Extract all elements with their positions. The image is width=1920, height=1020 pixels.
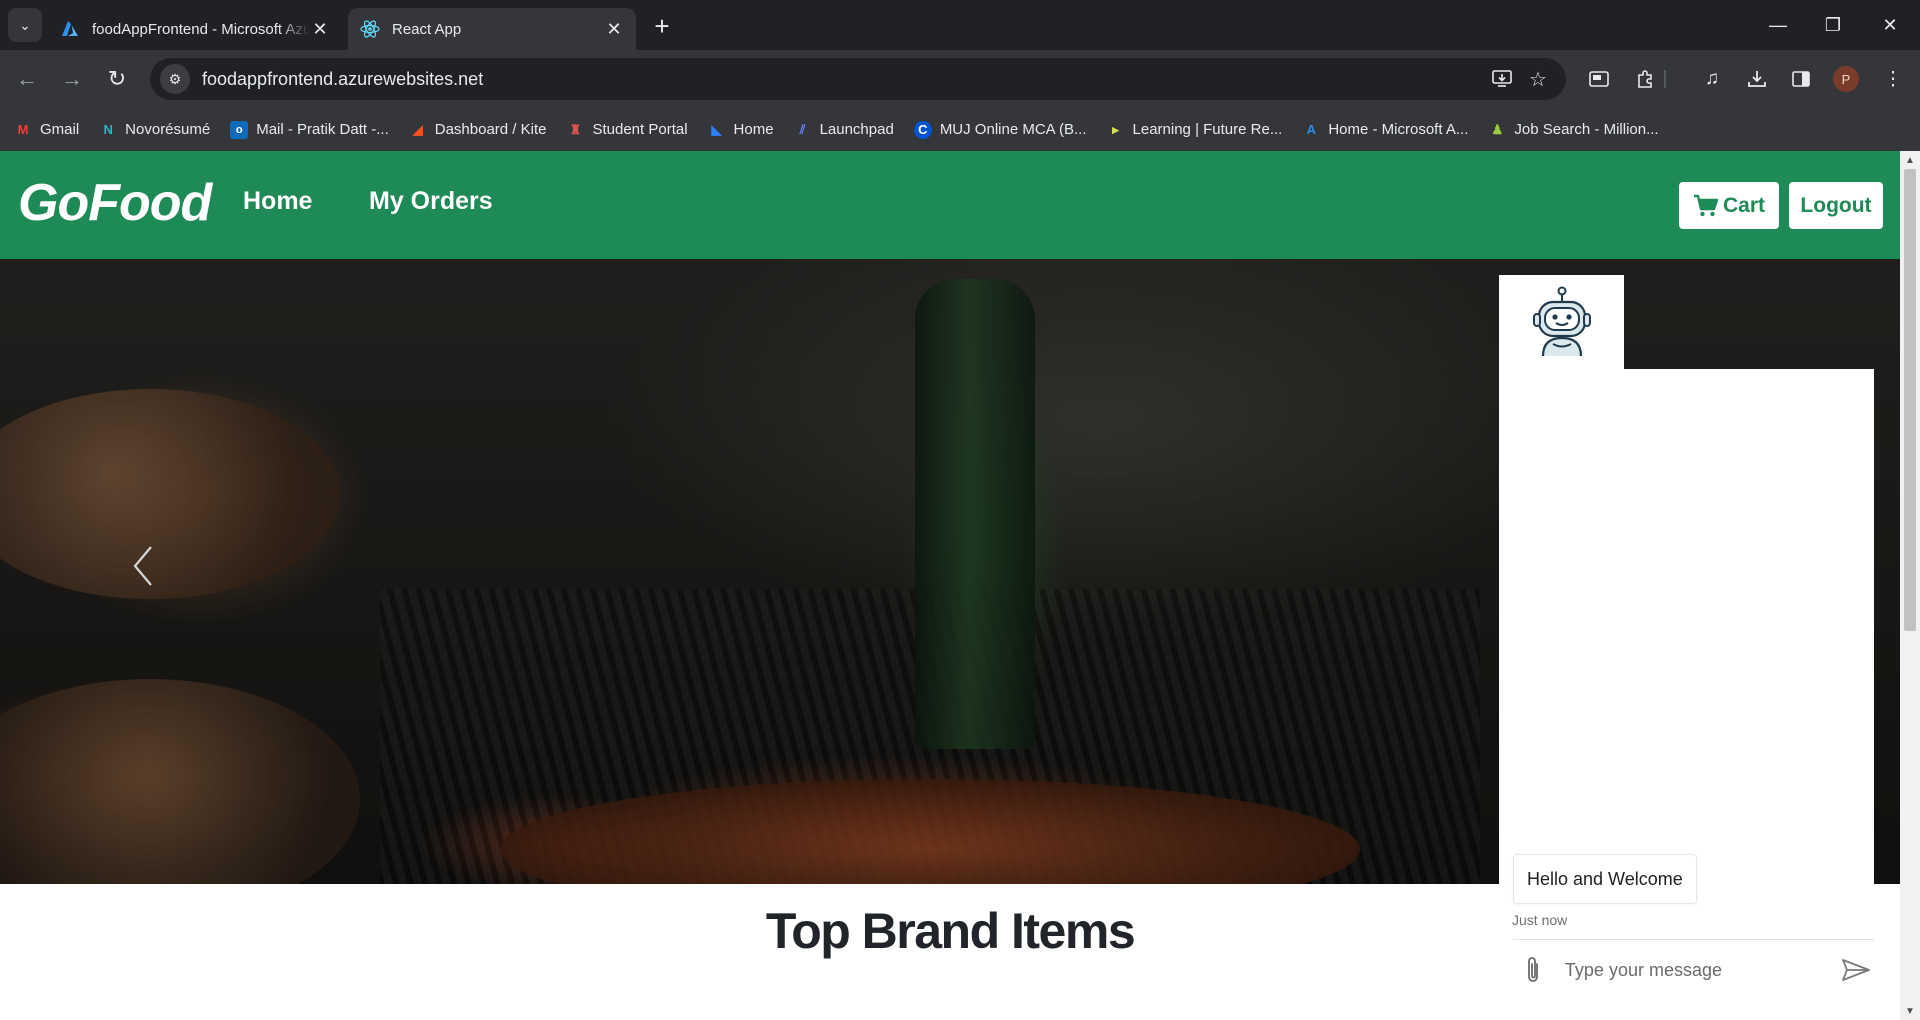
learning-icon: ▸ (1112, 121, 1119, 137)
bookmark-job-search[interactable]: ♟ Job Search - Million... (1488, 121, 1659, 139)
cart-button[interactable]: Cart (1679, 182, 1779, 229)
media-control-icon[interactable]: ♫ (1695, 62, 1729, 96)
chat-composer (1499, 940, 1874, 1000)
bookmark-learning[interactable]: ▸ Learning | Future Re... (1107, 121, 1282, 139)
tab-strip: ⌄ foodAppFrontend - Microsoft Azure ✕ Re… (0, 0, 1920, 50)
novoresume-icon: N (103, 122, 113, 137)
site-navbar: GoFood Home My Orders Cart Logout (0, 151, 1900, 259)
bookmark-muj[interactable]: C MUJ Online MCA (B... (913, 120, 1087, 139)
new-tab-button[interactable]: + (648, 11, 676, 41)
logout-button[interactable]: Logout (1789, 182, 1883, 229)
home-bookmark-icon: ◣ (711, 121, 722, 137)
url-text[interactable]: foodappfrontend.azurewebsites.net (202, 69, 1484, 90)
scroll-down-arrow-icon[interactable]: ▼ (1900, 1002, 1920, 1020)
paperclip-icon[interactable] (1519, 952, 1547, 988)
close-tab-icon[interactable]: ✕ (604, 19, 624, 39)
tab-search-button[interactable]: ⌄ (8, 8, 42, 42)
chat-message-time: Just now (1512, 912, 1568, 928)
azure-icon (60, 19, 80, 39)
bookmark-kite[interactable]: ◢ Dashboard / Kite (409, 121, 547, 139)
bookmark-gmail[interactable]: M Gmail (14, 121, 80, 139)
azure-bookmark-icon: A (1306, 122, 1317, 137)
job-search-icon: ♟ (1491, 121, 1504, 137)
restore-icon[interactable]: ❐ (1803, 0, 1863, 50)
browser-toolbar: ← → ↻ ⚙ foodappfrontend.azurewebsites.ne… (0, 50, 1920, 108)
outlook-icon: o (230, 120, 249, 139)
chatbot-avatar[interactable] (1499, 275, 1624, 369)
forward-icon[interactable]: → (55, 62, 89, 96)
chat-panel: Hello and Welcome Just now (1499, 369, 1874, 1020)
cart-label: Cart (1722, 193, 1765, 217)
carousel-prev-button[interactable] (128, 541, 158, 591)
portal-icon: ♜ (569, 121, 582, 137)
install-app-icon[interactable] (1484, 61, 1520, 97)
cart-icon (1693, 194, 1719, 218)
chevron-left-icon (133, 546, 152, 586)
tab-azure[interactable]: foodAppFrontend - Microsoft Azure ✕ (48, 8, 342, 50)
robot-icon (1532, 286, 1591, 357)
kite-icon: ◢ (412, 121, 423, 137)
react-icon (360, 19, 380, 39)
reload-icon[interactable]: ↻ (100, 62, 134, 96)
tab-title: React App (392, 20, 462, 38)
chat-message-bubble: Hello and Welcome (1513, 854, 1697, 904)
site-info-icon[interactable]: ⚙ (160, 64, 190, 94)
tab-react-app[interactable]: React App ✕ (348, 8, 636, 50)
brand-logo[interactable]: GoFood (18, 173, 212, 233)
bookmark-azure-home[interactable]: A Home - Microsoft A... (1302, 121, 1469, 139)
web-page: GoFood Home My Orders Cart Logout Top Br… (0, 151, 1900, 1020)
nav-link-my-orders[interactable]: My Orders (369, 187, 493, 216)
scrollbar-thumb[interactable] (1904, 169, 1916, 631)
chat-message-input[interactable] (1564, 959, 1835, 981)
minimize-icon[interactable]: — (1748, 0, 1808, 50)
bookmark-home[interactable]: ◣ Home (708, 121, 774, 139)
gmail-icon: M (17, 122, 29, 137)
scroll-up-arrow-icon[interactable]: ▲ (1900, 151, 1920, 169)
profile-avatar[interactable]: P (1833, 66, 1859, 92)
extensions-icon[interactable] (1628, 62, 1662, 96)
close-tab-icon[interactable]: ✕ (310, 19, 330, 39)
close-window-icon[interactable]: ✕ (1860, 0, 1920, 50)
bookmark-novoresume[interactable]: N Novorésumé (99, 121, 210, 139)
browser-chrome: ⌄ foodAppFrontend - Microsoft Azure ✕ Re… (0, 0, 1920, 151)
page-scrollbar[interactable]: ▲ ▼ (1900, 151, 1920, 1020)
bookmarks-bar: M Gmail N Novorésumé o Mail - Pratik Datt -… (0, 108, 1920, 151)
bookmark-launchpad[interactable]: ⫽ Launchpad (794, 121, 894, 139)
bookmark-student-portal[interactable]: ♜ Student Portal (566, 121, 688, 139)
launchpad-icon: ⫽ (799, 121, 806, 137)
back-icon[interactable]: ← (10, 62, 44, 96)
coursera-icon: C (913, 120, 932, 139)
picture-in-picture-icon[interactable] (1582, 62, 1616, 96)
bookmark-star-icon[interactable]: ☆ (1520, 61, 1556, 97)
toolbar-divider: | (1662, 68, 1668, 89)
address-bar[interactable]: ⚙ foodappfrontend.azurewebsites.net ☆ (150, 58, 1566, 100)
bookmark-mail[interactable]: o Mail - Pratik Datt -... (230, 120, 389, 139)
side-panel-icon[interactable] (1784, 62, 1818, 96)
more-menu-icon[interactable]: ⋮ (1876, 62, 1910, 96)
downloads-icon[interactable] (1740, 62, 1774, 96)
nav-link-home[interactable]: Home (243, 187, 312, 216)
send-icon[interactable] (1838, 952, 1874, 988)
tab-title: foodAppFrontend - Microsoft Azure (92, 20, 310, 38)
